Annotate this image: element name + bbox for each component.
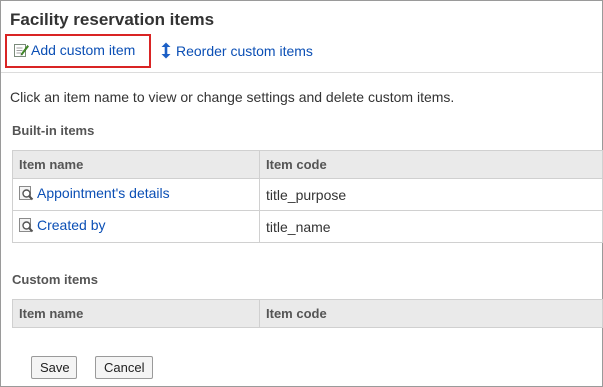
item-code-cell: title_purpose <box>259 178 603 211</box>
reorder-custom-items-link[interactable]: Reorder custom items <box>161 42 313 59</box>
item-name-cell: Created by <box>12 210 260 243</box>
column-header-item-name: Item name <box>12 150 260 179</box>
save-button[interactable]: Save <box>31 356 77 379</box>
column-header-item-name: Item name <box>12 299 260 328</box>
add-custom-item-link[interactable]: Add custom item <box>13 42 135 58</box>
custom-items-table: Item name Item code <box>12 299 603 328</box>
item-name-label: Created by <box>37 217 106 233</box>
table-row: Appointment's details title_purpose <box>12 178 603 211</box>
table-header-row: Item name Item code <box>12 150 603 179</box>
reorder-custom-items-label: Reorder custom items <box>176 42 313 59</box>
cancel-button[interactable]: Cancel <box>95 356 153 379</box>
details-magnifier-icon <box>19 186 34 201</box>
settings-panel: Facility reservation items Add custom it… <box>0 0 603 387</box>
custom-items-heading: Custom items <box>12 272 98 287</box>
column-header-item-code: Item code <box>259 299 603 328</box>
builtin-items-heading: Built-in items <box>12 123 95 138</box>
builtin-items-table: Item name Item code Appointment's detail… <box>12 150 603 243</box>
add-custom-item-label: Add custom item <box>31 42 136 58</box>
page-title: Facility reservation items <box>10 10 215 29</box>
item-link-created-by[interactable]: Created by <box>19 217 105 233</box>
item-name-cell: Appointment's details <box>12 178 260 211</box>
add-item-icon <box>14 44 29 57</box>
description-text: Click an item name to view or change set… <box>10 89 455 105</box>
table-row: Created by title_name <box>12 210 603 243</box>
item-code-cell: title_name <box>259 210 603 243</box>
details-magnifier-icon <box>19 218 34 233</box>
up-down-arrow-icon <box>161 42 171 59</box>
item-link-appointments-details[interactable]: Appointment's details <box>19 185 170 201</box>
table-header-row: Item name Item code <box>12 299 603 328</box>
column-header-item-code: Item code <box>259 150 603 179</box>
item-name-label: Appointment's details <box>37 185 170 201</box>
toolbar: Add custom item Reorder custom items <box>1 32 602 73</box>
